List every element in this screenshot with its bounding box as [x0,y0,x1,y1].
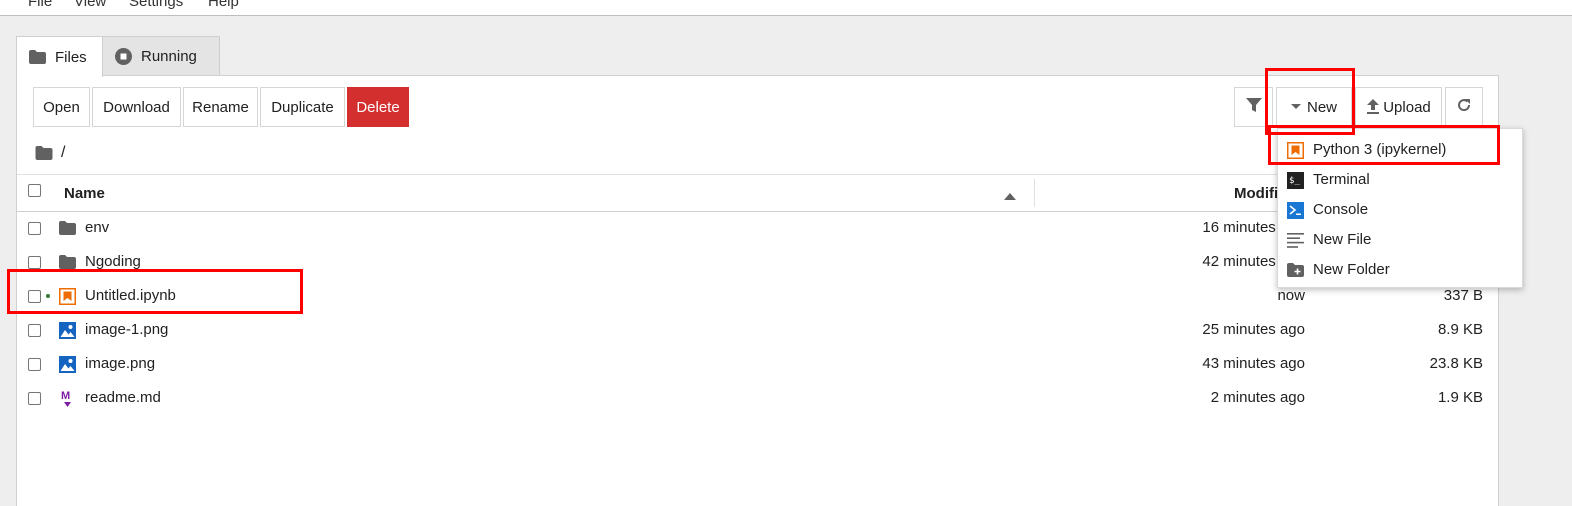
notebook-icon [1286,141,1304,159]
image-icon [58,355,76,373]
file-list-header: Name Modified [17,174,1498,212]
filter-button[interactable] [1234,87,1273,127]
menu-view[interactable]: View [74,0,106,10]
terminal-icon: $_ [1286,171,1304,189]
file-name: readme.md [85,389,161,406]
name-column-header[interactable]: Name [64,185,105,202]
tab-files[interactable]: Files [16,36,103,77]
menu-item-label: New File [1313,231,1372,248]
new-launcher-menu: Python 3 (ipykernel) $_ Terminal Console… [1277,128,1523,288]
menu-item-label: Console [1313,201,1369,218]
menu-item-label: Terminal [1313,171,1370,188]
table-row[interactable]: M readme.md 2 minutes ago 1.9 KB [17,381,1498,415]
file-size: 8.9 KB [1437,321,1483,338]
tab-running[interactable]: Running [102,36,220,76]
sort-ascending-icon[interactable] [1004,187,1016,205]
file-modified: 25 minutes ago [1202,321,1305,338]
menu-item-new-folder[interactable]: New Folder [1278,255,1522,285]
open-button[interactable]: Open [33,87,90,127]
file-name: image.png [85,355,156,372]
upload-button[interactable]: Upload [1355,87,1442,127]
menu-item-label: New Folder [1313,261,1390,278]
folder-icon [29,50,46,64]
delete-button[interactable]: Delete [347,87,409,127]
svg-text:$_: $_ [1289,176,1300,186]
table-row[interactable]: env 16 minutes ago [17,211,1498,245]
column-divider[interactable] [1034,179,1035,207]
menu-item-console[interactable]: Console [1278,195,1522,225]
file-modified: now [1277,287,1305,304]
svg-text:M: M [61,390,70,402]
console-icon [1286,201,1304,219]
row-checkbox[interactable] [28,324,41,337]
file-modified: 43 minutes ago [1202,355,1305,372]
duplicate-button[interactable]: Duplicate [260,87,345,127]
file-size: 1.9 KB [1437,389,1483,406]
menu-settings[interactable]: Settings [129,0,183,10]
row-checkbox[interactable] [28,290,41,303]
new-launcher-button[interactable]: New [1276,87,1352,127]
tab-files-label: Files [55,48,87,66]
file-size: 337 B [1443,287,1483,304]
jupyter-file-browser: File View Settings Help Files Running Op… [0,0,1572,506]
running-indicator [46,294,50,298]
table-row[interactable]: image-1.png 25 minutes ago 8.9 KB [17,313,1498,347]
upload-button-label: Upload [1383,98,1431,116]
caret-down-icon [1290,104,1301,110]
notebook-icon [58,287,76,305]
filter-icon [1245,97,1262,117]
refresh-icon [1456,97,1472,117]
row-checkbox[interactable] [28,392,41,405]
table-row[interactable]: Untitled.ipynb now 337 B [17,279,1498,313]
folder-icon [58,219,76,237]
menu-item-terminal[interactable]: $_ Terminal [1278,165,1522,195]
menu-file[interactable]: File [28,0,52,10]
menu-item-new-file[interactable]: New File [1278,225,1522,255]
image-icon [58,321,76,339]
menu-help[interactable]: Help [208,0,239,10]
menu-item-label: Python 3 (ipykernel) [1313,141,1447,158]
markdown-icon: M [58,389,76,407]
home-folder-icon[interactable] [35,146,53,160]
file-modified: 2 minutes ago [1210,389,1305,406]
file-name: Untitled.ipynb [85,287,176,304]
new-folder-icon [1286,261,1304,279]
upload-icon [1366,99,1380,115]
file-name: image-1.png [85,321,169,338]
new-button-label: New [1306,98,1337,116]
rename-button[interactable]: Rename [183,87,258,127]
file-size: 23.8 KB [1429,355,1483,372]
table-row[interactable]: Ngoding 42 minutes ago [17,245,1498,279]
file-name: Ngoding [85,253,141,270]
text-file-icon [1286,231,1304,249]
file-name: env [85,219,110,236]
menu-item-python3-notebook[interactable]: Python 3 (ipykernel) [1278,135,1522,165]
row-checkbox[interactable] [28,256,41,269]
menu-bar: File View Settings Help [0,0,1572,16]
stop-circle-icon [115,48,132,65]
download-button[interactable]: Download [92,87,181,127]
select-all-checkbox[interactable] [28,184,41,197]
refresh-button[interactable] [1445,87,1483,127]
tab-running-label: Running [141,48,197,65]
table-row[interactable]: image.png 43 minutes ago 23.8 KB [17,347,1498,381]
row-checkbox[interactable] [28,222,41,235]
breadcrumb-path[interactable]: / [61,144,65,162]
breadcrumb: / [35,144,65,162]
row-checkbox[interactable] [28,358,41,371]
folder-icon [58,253,76,271]
